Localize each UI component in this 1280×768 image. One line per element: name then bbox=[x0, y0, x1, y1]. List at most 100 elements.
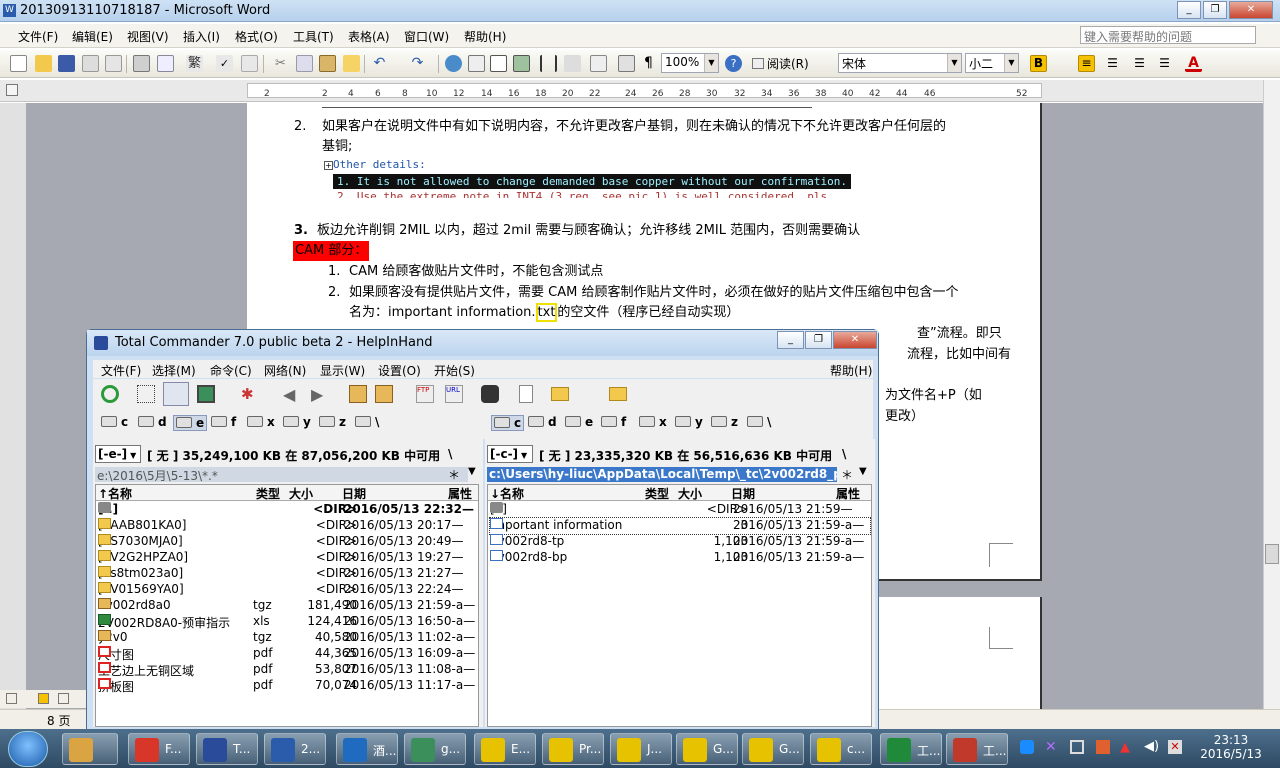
insert-excel-icon[interactable] bbox=[513, 55, 530, 72]
file-row[interactable]: [2AAB801KA0] <DIR> 2016/05/13 20:17— bbox=[98, 518, 478, 534]
file-row[interactable]: 尺寸图 pdf 44,365 2016/05/13 16:09-a— bbox=[98, 646, 478, 662]
ftp-icon[interactable]: FTP bbox=[416, 385, 434, 403]
permission-icon[interactable] bbox=[82, 55, 99, 72]
col-size[interactable]: 大小 bbox=[289, 485, 313, 502]
file-row[interactable]: 2V002RD8A0-预审指示 xls 124,416 2016/05/13 16:5… bbox=[98, 614, 478, 630]
print-icon[interactable] bbox=[133, 55, 150, 72]
zoom-select[interactable]: 100% ▼ bbox=[661, 53, 719, 73]
vertical-scrollbar[interactable] bbox=[1263, 80, 1280, 709]
insert-table-icon[interactable] bbox=[490, 55, 507, 72]
file-row[interactable]: [..]<DIR>2016/05/13 22:32— bbox=[98, 502, 478, 518]
file-row[interactable]: 工艺边上无铜区域 pdf 53,807 2016/05/13 11:08-a— bbox=[98, 662, 478, 678]
history-icon[interactable]: ＊ bbox=[448, 466, 460, 483]
restore-button[interactable]: ❐ bbox=[1203, 1, 1227, 19]
tc-menu-start[interactable]: 开始(S) bbox=[434, 362, 475, 379]
col-date[interactable]: 日期 bbox=[731, 485, 755, 502]
tray-security-icon[interactable] bbox=[1096, 740, 1110, 754]
brief-view-icon[interactable] bbox=[137, 385, 155, 403]
pack-icon[interactable] bbox=[349, 385, 367, 403]
tray-network-icon[interactable] bbox=[1020, 740, 1034, 754]
taskbar-button[interactable]: Pr... bbox=[542, 733, 604, 765]
outline-view-icon[interactable] bbox=[58, 693, 69, 704]
full-view-icon[interactable] bbox=[163, 382, 189, 406]
drive-button-x[interactable]: x bbox=[639, 415, 667, 429]
menu-format[interactable]: 格式(O) bbox=[235, 28, 278, 45]
clock[interactable]: 23:13 2016/5/13 bbox=[1196, 733, 1266, 761]
file-row[interactable]: 2v002rd8-tp 1,103 2016/05/13 21:59-a— bbox=[490, 534, 870, 550]
menu-view[interactable]: 视图(V) bbox=[127, 28, 169, 45]
drive-button-z[interactable]: z bbox=[711, 415, 738, 429]
menu-edit[interactable]: 编辑(E) bbox=[72, 28, 113, 45]
drive-button-e[interactable]: e bbox=[565, 415, 593, 429]
file-row[interactable]: 2v002rd8a0 tgz 181,490 2016/05/13 21:59-a— bbox=[98, 598, 478, 614]
taskbar-button[interactable]: E... bbox=[474, 733, 536, 765]
tray-volume-icon[interactable]: ◀) bbox=[1144, 739, 1159, 754]
align-left-button[interactable]: ≡ bbox=[1078, 55, 1095, 72]
paragraph-mark-icon[interactable]: ¶ bbox=[640, 55, 657, 72]
root-dir-button[interactable]: \ bbox=[842, 447, 846, 461]
tc-menu-commands[interactable]: 命令(C) bbox=[210, 362, 252, 379]
close-button[interactable]: ✕ bbox=[1229, 1, 1273, 19]
drive-button-network[interactable]: \ bbox=[747, 415, 771, 429]
table-move-handle-icon[interactable]: + bbox=[324, 161, 333, 170]
undo-icon[interactable]: ↶ bbox=[371, 55, 388, 72]
back-arrow-icon[interactable]: ◀ bbox=[283, 385, 295, 404]
print-layout-icon[interactable] bbox=[38, 693, 49, 704]
url-icon[interactable]: URL bbox=[445, 385, 463, 403]
file-row[interactable]: [4s8tm023a0] <DIR> 2016/05/13 21:27— bbox=[98, 566, 478, 582]
file-row[interactable]: [2V2G2HPZA0] <DIR> 2016/05/13 19:27— bbox=[98, 550, 478, 566]
tc-menu-net[interactable]: 网络(N) bbox=[264, 362, 306, 379]
save-icon[interactable] bbox=[58, 55, 75, 72]
find-binoculars-icon[interactable] bbox=[481, 385, 499, 403]
research-icon[interactable] bbox=[241, 55, 258, 72]
file-row[interactable]: [4V01569YA0] <DIR> 2016/05/13 22:24— bbox=[98, 582, 478, 598]
format-painter-icon[interactable] bbox=[343, 55, 360, 72]
copy-icon[interactable] bbox=[296, 55, 313, 72]
drive-button-c[interactable]: c bbox=[101, 415, 128, 429]
document-map-icon[interactable] bbox=[590, 55, 607, 72]
tray-network-error-icon[interactable]: ✕ bbox=[1168, 740, 1182, 754]
bullets-icon[interactable]: ☰ bbox=[1131, 55, 1148, 72]
col-name[interactable]: ↑名称 bbox=[98, 485, 132, 502]
drive-button-e[interactable]: e bbox=[173, 415, 208, 431]
menu-table[interactable]: 表格(A) bbox=[348, 28, 390, 45]
history-icon[interactable]: ＊ bbox=[841, 466, 853, 483]
chevron-down-icon[interactable]: ▼ bbox=[468, 466, 476, 477]
font-color-icon[interactable]: A bbox=[1185, 55, 1202, 72]
tc-menu-file[interactable]: 文件(F) bbox=[101, 362, 141, 379]
tray-alert-icon[interactable]: ▲ bbox=[1120, 740, 1134, 755]
tc-restore-button[interactable]: ❐ bbox=[805, 331, 832, 349]
left-path-bar[interactable]: e:\2016\5月\5-13\*.* bbox=[95, 467, 468, 483]
col-size[interactable]: 大小 bbox=[678, 485, 702, 502]
columns-icon[interactable] bbox=[540, 55, 557, 72]
taskbar-button[interactable]: T... bbox=[196, 733, 258, 765]
tc-close-button[interactable]: ✕ bbox=[833, 331, 877, 349]
scroll-thumb[interactable] bbox=[1265, 544, 1279, 564]
folder-icon[interactable] bbox=[551, 387, 569, 401]
taskbar-button[interactable]: G... bbox=[676, 733, 738, 765]
open-folder-icon[interactable] bbox=[35, 55, 52, 72]
tc-menu-help[interactable]: 帮助(H) bbox=[830, 362, 872, 379]
email-icon[interactable] bbox=[105, 55, 122, 72]
new-document-icon[interactable] bbox=[10, 55, 27, 72]
show-hide-icon[interactable] bbox=[618, 55, 635, 72]
chevron-down-icon[interactable]: ▼ bbox=[859, 466, 867, 477]
start-button[interactable] bbox=[8, 731, 48, 767]
menu-tools[interactable]: 工具(T) bbox=[293, 28, 334, 45]
taskbar-button[interactable]: J... bbox=[610, 733, 672, 765]
drive-button-f[interactable]: f bbox=[211, 415, 236, 429]
horizontal-ruler[interactable]: 2 2 4 6 8 10 12 14 16 18 20 22 24 26 28 … bbox=[0, 80, 1280, 102]
drive-button-y[interactable]: y bbox=[283, 415, 311, 429]
font-name-select[interactable]: 宋体 ▼ bbox=[838, 53, 962, 73]
drive-button-d[interactable]: d bbox=[138, 415, 167, 429]
indent-icon[interactable]: ☰ bbox=[1156, 55, 1173, 72]
col-type[interactable]: 类型 bbox=[645, 485, 669, 502]
drive-button-c[interactable]: c bbox=[491, 415, 525, 431]
paste-icon[interactable] bbox=[319, 55, 336, 72]
notepad-icon[interactable] bbox=[519, 385, 533, 403]
traditional-chinese-icon[interactable]: 繁 bbox=[186, 55, 203, 72]
tab-stop-selector[interactable] bbox=[6, 84, 18, 96]
taskbar-button[interactable]: 工... bbox=[946, 733, 1008, 765]
col-attr[interactable]: 属性 bbox=[836, 485, 860, 502]
menu-file[interactable]: 文件(F) bbox=[18, 28, 58, 45]
